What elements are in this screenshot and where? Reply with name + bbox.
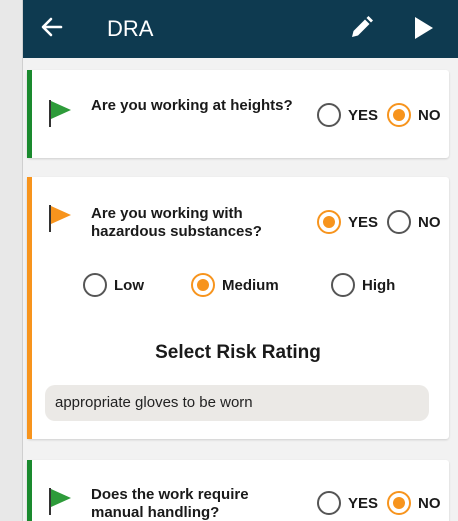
note-field[interactable]: appropriate gloves to be worn [45, 385, 429, 421]
pencil-icon[interactable] [347, 14, 375, 42]
yes-radio[interactable]: YES [317, 210, 378, 234]
risk-high-radio[interactable]: High [331, 273, 395, 297]
no-radio[interactable]: NO [387, 210, 441, 234]
status-bar [27, 70, 32, 158]
radio-circle-selected[interactable] [317, 210, 341, 234]
question-text: Are you working at heights? [91, 97, 293, 114]
radio-label: YES [348, 494, 379, 512]
flag-icon [49, 205, 71, 232]
risk-low-radio[interactable]: Low [83, 273, 144, 297]
radio-label: YES [348, 106, 379, 124]
radio-circle[interactable] [331, 273, 355, 297]
radio-label: NO [418, 213, 441, 231]
question-text: Does the work require manual handling? [91, 486, 249, 521]
question-card-hazardous: Are you working with hazardous substance… [27, 177, 449, 439]
flag-icon [49, 488, 71, 515]
radio-label: YES [348, 213, 379, 231]
radio-circle-selected[interactable] [387, 103, 411, 127]
risk-medium-radio[interactable]: Medium [191, 273, 279, 297]
no-radio[interactable]: NO [387, 103, 441, 127]
question-card-manual-handling: Does the work require manual handling? Y… [27, 460, 449, 521]
flag-icon [49, 100, 71, 127]
radio-label: Medium [222, 276, 279, 294]
question-text: Are you working with hazardous substance… [91, 205, 262, 240]
page-title: DRA [107, 16, 154, 41]
back-arrow-icon[interactable] [39, 14, 65, 40]
question-card-heights: Are you working at heights? YES NO [27, 70, 449, 158]
radio-circle-selected[interactable] [387, 491, 411, 515]
app-bar: DRA [23, 0, 458, 58]
radio-circle[interactable] [83, 273, 107, 297]
radio-circle-selected[interactable] [191, 273, 215, 297]
radio-label: Low [114, 276, 144, 294]
radio-circle[interactable] [317, 491, 341, 515]
radio-label: NO [418, 494, 441, 512]
phone-screen: DRA Are you working at heights? YES NO A… [22, 0, 458, 521]
play-icon[interactable] [409, 14, 437, 42]
radio-label: High [362, 276, 396, 294]
status-bar [27, 177, 32, 439]
risk-rating-heading: Select Risk Rating [155, 342, 321, 363]
radio-label: NO [418, 106, 441, 124]
radio-circle[interactable] [387, 210, 411, 234]
yes-radio[interactable]: YES [317, 491, 378, 515]
no-radio[interactable]: NO [387, 491, 441, 515]
status-bar [27, 460, 32, 521]
yes-radio[interactable]: YES [317, 103, 378, 127]
radio-circle[interactable] [317, 103, 341, 127]
